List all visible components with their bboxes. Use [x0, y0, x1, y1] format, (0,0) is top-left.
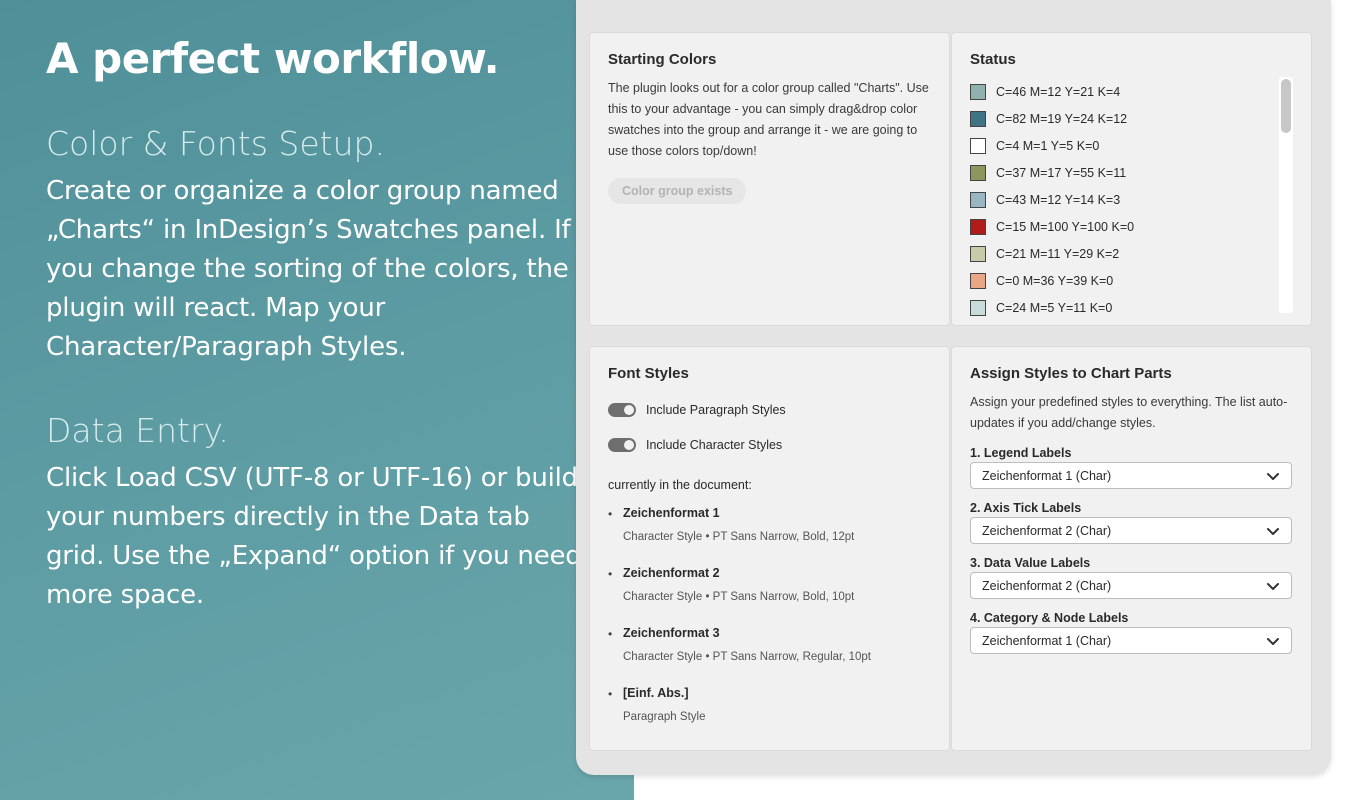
section-title-data-entry: Data Entry. — [46, 411, 229, 450]
swatch-row: C=24 M=5 Y=11 K=0 — [970, 294, 1293, 321]
category-node-labels-field: 4. Category & Node Labels Zeichenformat … — [970, 611, 1293, 654]
panel-title: Status — [970, 51, 1016, 68]
field-label: 3. Data Value Labels — [970, 556, 1091, 570]
color-swatch — [970, 83, 986, 100]
style-meta: Character Style • PT Sans Narrow, Bold, … — [623, 591, 855, 603]
assign-description: Assign your predefined styles to everyth… — [970, 395, 1288, 430]
list-item: • Zeichenformat 1 Character Style • PT S… — [608, 506, 931, 566]
bullet-icon: • — [608, 627, 613, 641]
select-value: Zeichenformat 1 (Char) — [982, 633, 1112, 648]
headline: A perfect workflow. — [46, 34, 500, 83]
style-name: Zeichenformat 1 — [623, 506, 720, 520]
color-swatch — [970, 218, 986, 235]
swatch-label: C=0 M=36 Y=39 K=0 — [996, 273, 1114, 288]
swatch-label: C=43 M=12 Y=14 K=3 — [996, 192, 1121, 207]
data-value-labels-select[interactable]: Zeichenformat 2 (Char) — [970, 572, 1292, 599]
swatch-label: C=4 M=1 Y=5 K=0 — [996, 138, 1100, 153]
axis-tick-labels-field: 2. Axis Tick Labels Zeichenformat 2 (Cha… — [970, 501, 1293, 544]
toggle-knob — [624, 404, 634, 415]
list-item: • [Einf. Abs.] Paragraph Style — [608, 686, 931, 746]
swatch-row: C=46 M=12 Y=21 K=4 — [970, 78, 1293, 105]
swatch-label: C=15 M=100 Y=100 K=0 — [996, 219, 1135, 234]
legend-labels-select[interactable]: Zeichenformat 1 (Char) — [970, 462, 1292, 489]
swatch-label: C=82 M=19 Y=24 K=12 — [996, 111, 1128, 126]
starting-colors-panel: Starting Colors The plugin looks out for… — [589, 32, 950, 326]
swatch-list: C=46 M=12 Y=21 K=4 C=82 M=19 Y=24 K=12 C… — [970, 78, 1293, 321]
color-group-exists-button[interactable]: Color group exists — [608, 178, 747, 204]
swatch-label: C=21 M=11 Y=29 K=2 — [996, 246, 1120, 261]
chevron-down-icon — [1267, 582, 1279, 590]
swatch-row: C=43 M=12 Y=14 K=3 — [970, 186, 1293, 213]
bullet-icon: • — [608, 507, 613, 521]
swatch-row: C=15 M=100 Y=100 K=0 — [970, 213, 1293, 240]
swatch-scrollbar[interactable] — [1279, 77, 1293, 313]
chevron-down-icon — [1267, 472, 1279, 480]
marketing-copy: A perfect workflow. Color & Fonts Setup.… — [46, 36, 586, 615]
style-meta: Paragraph Style — [623, 711, 706, 723]
chevron-down-icon — [1267, 637, 1279, 645]
swatch-row: C=21 M=11 Y=29 K=2 — [970, 240, 1293, 267]
bullet-icon: • — [608, 567, 613, 581]
select-value: Zeichenformat 2 (Char) — [982, 578, 1112, 593]
color-swatch — [970, 299, 986, 316]
toggle-knob — [624, 439, 634, 450]
starting-colors-description: The plugin looks out for a color group c… — [608, 81, 929, 158]
plugin-window: Starting Colors The plugin looks out for… — [576, 0, 1331, 775]
legend-labels-field: 1. Legend Labels Zeichenformat 1 (Char) — [970, 446, 1293, 489]
style-name: [Einf. Abs.] — [623, 686, 689, 700]
panel-title: Font Styles — [608, 365, 689, 382]
scrollbar-thumb[interactable] — [1281, 79, 1291, 133]
bullet-icon: • — [608, 687, 613, 701]
include-paragraph-styles-toggle-row[interactable]: Include Paragraph Styles — [608, 392, 931, 427]
swatch-row: C=37 M=17 Y=55 K=11 — [970, 159, 1293, 186]
color-swatch — [970, 110, 986, 127]
swatch-row: C=0 M=36 Y=39 K=0 — [970, 267, 1293, 294]
style-meta: Character Style • PT Sans Narrow, Regula… — [623, 651, 871, 663]
swatch-row: C=4 M=1 Y=5 K=0 — [970, 132, 1293, 159]
style-name: Zeichenformat 3 — [623, 626, 720, 640]
section-title-color-fonts: Color & Fonts Setup. — [46, 124, 385, 163]
include-paragraph-styles-toggle[interactable] — [608, 402, 636, 417]
list-item: • Zeichenformat 3 Character Style • PT S… — [608, 626, 931, 686]
color-swatch — [970, 164, 986, 181]
include-character-styles-toggle[interactable] — [608, 437, 636, 452]
style-meta: Character Style • PT Sans Narrow, Bold, … — [623, 531, 855, 543]
axis-tick-labels-select[interactable]: Zeichenformat 2 (Char) — [970, 517, 1292, 544]
color-swatch — [970, 245, 986, 262]
select-value: Zeichenformat 1 (Char) — [982, 468, 1112, 483]
field-label: 4. Category & Node Labels — [970, 611, 1129, 625]
panel-title: Starting Colors — [608, 51, 717, 68]
category-node-labels-select[interactable]: Zeichenformat 1 (Char) — [970, 627, 1292, 654]
assign-styles-panel: Assign Styles to Chart Parts Assign your… — [951, 346, 1312, 751]
data-value-labels-field: 3. Data Value Labels Zeichenformat 2 (Ch… — [970, 556, 1293, 599]
include-character-styles-toggle-row[interactable]: Include Character Styles — [608, 427, 931, 462]
toggle-label: Include Paragraph Styles — [646, 402, 786, 417]
color-swatch — [970, 137, 986, 154]
section-body-color-fonts: Create or organize a color group named „… — [46, 176, 571, 362]
section-body-data-entry: Click Load CSV (UTF-8 or UTF-16) or buil… — [46, 463, 582, 610]
swatch-label: C=46 M=12 Y=21 K=4 — [996, 84, 1121, 99]
style-name: Zeichenformat 2 — [623, 566, 720, 580]
color-swatch — [970, 191, 986, 208]
select-value: Zeichenformat 2 (Char) — [982, 523, 1112, 538]
toggle-label: Include Character Styles — [646, 437, 783, 452]
field-label: 2. Axis Tick Labels — [970, 501, 1082, 515]
font-styles-panel: Font Styles Include Paragraph Styles Inc… — [589, 346, 950, 751]
color-swatch — [970, 272, 986, 289]
swatch-label: C=24 M=5 Y=11 K=0 — [996, 300, 1113, 315]
document-styles-label: currently in the document: — [608, 478, 752, 492]
field-label: 1. Legend Labels — [970, 446, 1072, 460]
chevron-down-icon — [1267, 527, 1279, 535]
swatch-label: C=37 M=17 Y=55 K=11 — [996, 165, 1127, 180]
swatch-row: C=82 M=19 Y=24 K=12 — [970, 105, 1293, 132]
status-panel: Status C=46 M=12 Y=21 K=4 C=82 M=19 Y=24… — [951, 32, 1312, 326]
panel-title: Assign Styles to Chart Parts — [970, 365, 1172, 382]
list-item: • Zeichenformat 2 Character Style • PT S… — [608, 566, 931, 626]
